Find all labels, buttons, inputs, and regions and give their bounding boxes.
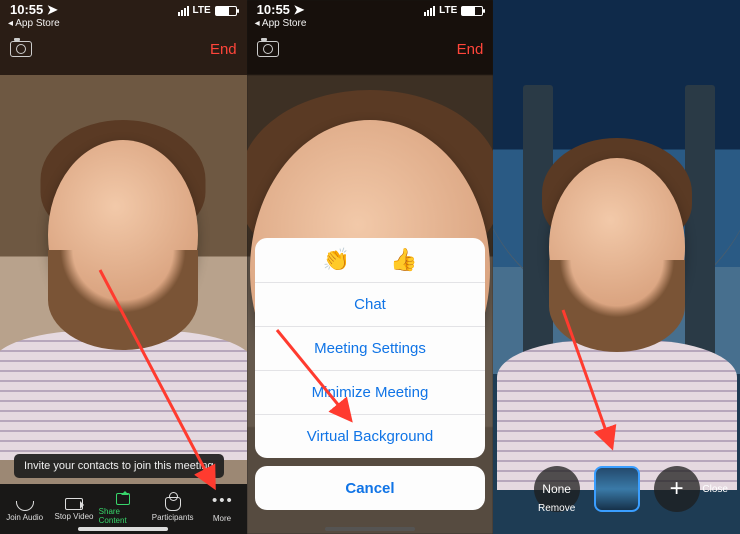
back-to-app[interactable]: ◂ App Store xyxy=(255,18,307,29)
battery-icon xyxy=(461,6,483,16)
share-icon xyxy=(116,493,130,505)
end-button[interactable]: End xyxy=(457,41,484,58)
clap-reaction[interactable]: 👏 xyxy=(323,247,350,273)
bg-option-bridge[interactable] xyxy=(594,466,640,512)
end-button[interactable]: End xyxy=(210,41,237,58)
back-to-app[interactable]: ◂ App Store xyxy=(8,18,60,29)
signal-icon xyxy=(424,6,435,16)
signal-icon xyxy=(178,6,189,16)
status-bar: 10:55 ➤ ◂ App Store LTE xyxy=(247,0,494,30)
invite-toast: Invite your contacts to join this meetin… xyxy=(14,454,224,478)
switch-camera-icon[interactable] xyxy=(257,41,279,57)
meeting-settings-button[interactable]: Meeting Settings xyxy=(255,326,486,370)
cancel-button[interactable]: Cancel xyxy=(255,466,486,510)
minimize-meeting-button[interactable]: Minimize Meeting xyxy=(255,370,486,414)
remove-label: Remove xyxy=(538,503,575,514)
location-icon: ➤ xyxy=(294,2,305,17)
home-indicator[interactable] xyxy=(325,527,415,531)
reactions-row: 👏 👍 xyxy=(255,238,486,282)
switch-camera-icon[interactable] xyxy=(10,41,32,57)
location-icon: ➤ xyxy=(47,2,58,17)
more-icon: ••• xyxy=(212,496,232,512)
action-sheet: 👏 👍 Chat Meeting Settings Minimize Meeti… xyxy=(255,238,486,518)
screen-more-menu: 10:55 ➤ ◂ App Store LTE End 👏 👍 Chat Mee… xyxy=(247,0,494,534)
virtual-background-button[interactable]: Virtual Background xyxy=(255,414,486,458)
background-dock: None Remove + Close xyxy=(493,454,740,524)
headphones-icon xyxy=(16,501,34,511)
status-bar: 10:55 ➤ ◂ App Store LTE xyxy=(0,0,247,30)
person-icon xyxy=(165,497,181,511)
home-indicator[interactable] xyxy=(78,527,168,531)
chat-button[interactable]: Chat xyxy=(255,282,486,326)
close-button[interactable]: Close xyxy=(702,484,728,495)
screen-virtual-background: None Remove + Close xyxy=(493,0,740,534)
join-audio-button[interactable]: Join Audio xyxy=(0,484,49,534)
thumbs-up-reaction[interactable]: 👍 xyxy=(390,247,417,273)
bg-option-add[interactable]: + xyxy=(654,466,700,512)
video-icon xyxy=(65,498,83,510)
more-button[interactable]: ••• More xyxy=(197,484,246,534)
screen-meeting: 10:55 ➤ ◂ App Store LTE End Invite your … xyxy=(0,0,247,534)
battery-icon xyxy=(215,6,237,16)
